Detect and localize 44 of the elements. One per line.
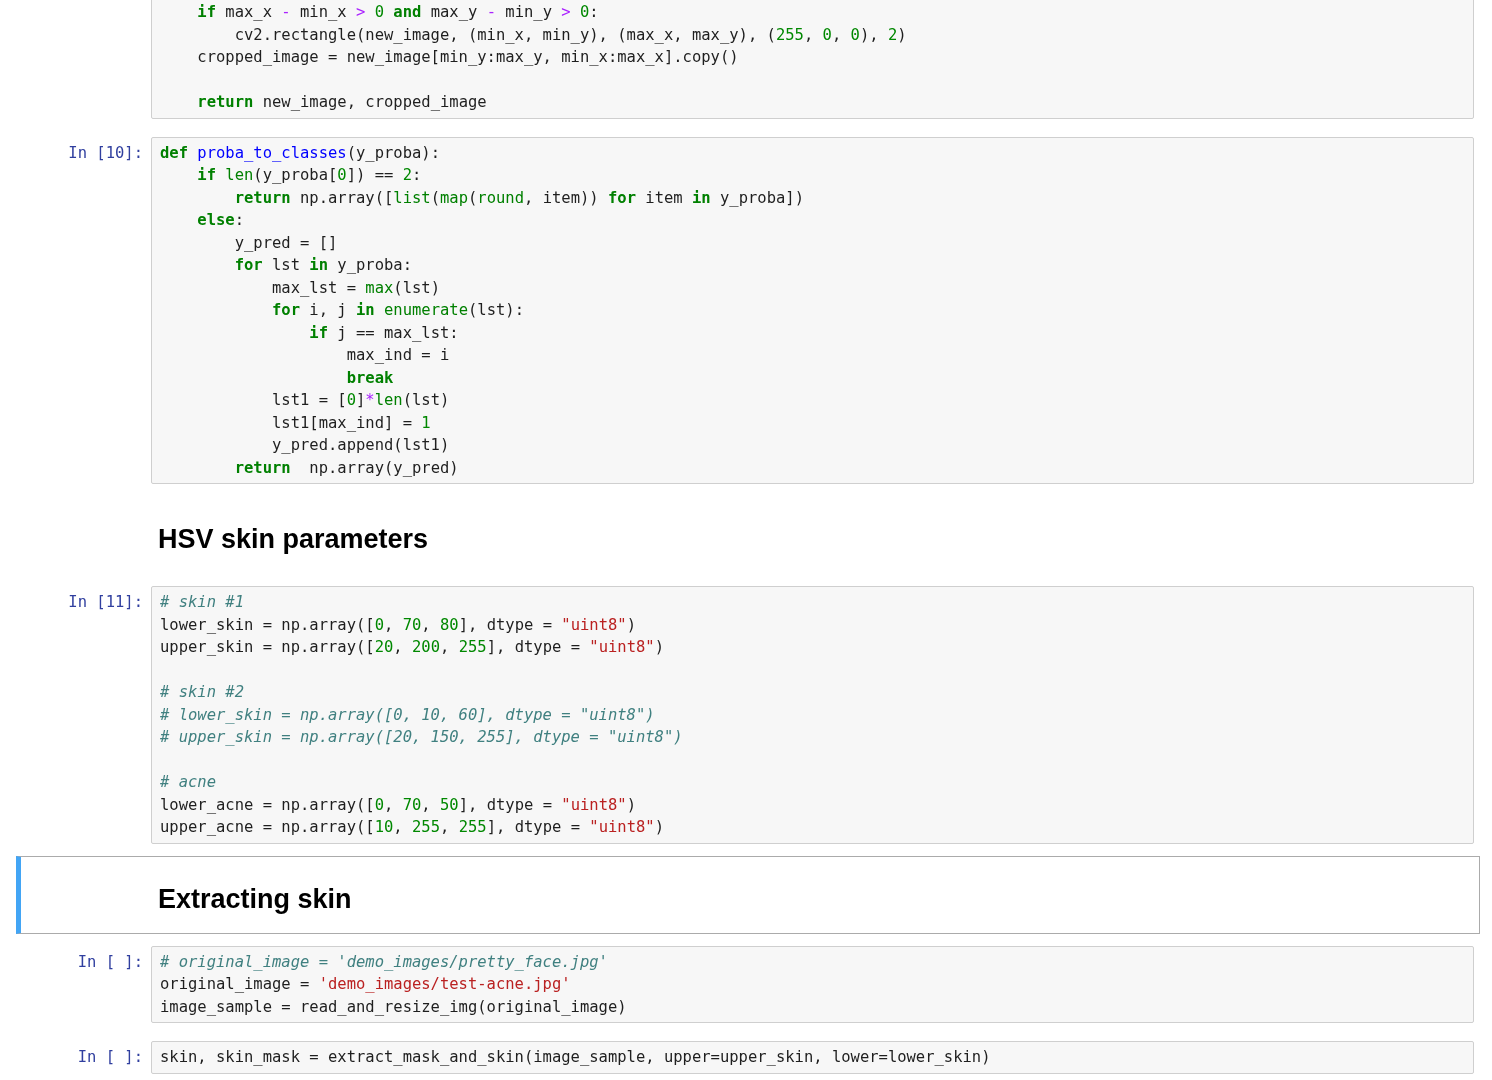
code-line: for i, j in enumerate(lst): bbox=[270, 300, 524, 321]
cell-prompt: In [ ]: bbox=[77, 951, 143, 973]
code-line: y_pred = [] bbox=[233, 232, 338, 254]
code-line: for lst in y_proba: bbox=[233, 255, 412, 276]
code-line: upper_skin = np.array([20, 200, 255], dtype = "uint8") bbox=[160, 637, 664, 658]
code-line: skin, skin_mask = extract_mask_and_skin(image_sample, upper=upper_skin, lower=lower_skin) bbox=[160, 1047, 991, 1068]
code-line: if len(y_proba[0]) == 2: bbox=[196, 165, 422, 186]
code-line: cv2.rectangle(new_image, (min_x, min_y), (max_x, max_y), (255, 0, 0), 2) bbox=[233, 24, 907, 46]
code-input-area[interactable] bbox=[151, 0, 1474, 119]
cell-prompt: In [ ]: bbox=[77, 1047, 143, 1068]
cell-prompt: In [11]: bbox=[68, 592, 143, 613]
code-line: lower_acne = np.array([0, 70, 50], dtype = "uint8") bbox=[160, 794, 636, 816]
code-line: # upper_skin = np.array([20, 150, 255], dtype = "uint8") bbox=[160, 727, 683, 748]
code-line: upper_acne = np.array([10, 255, 255], dtype = "uint8") bbox=[160, 817, 664, 838]
code-input-area[interactable]: skin, skin_mask = extract_mask_and_skin(image_sample, upper=upper_skin, lower=lower_skin) bbox=[151, 1041, 1474, 1074]
code-line: # original_image = 'demo_images/pretty_face.jpg' bbox=[160, 951, 608, 973]
code-line: max_ind = i bbox=[345, 345, 450, 366]
code-line: else: bbox=[196, 210, 244, 231]
code-line: lower_skin = np.array([0, 70, 80], dtype = "uint8") bbox=[160, 614, 636, 636]
code-line: max_lst = max(lst) bbox=[270, 277, 440, 299]
code-line: # skin #2 bbox=[160, 682, 244, 703]
code-line: break bbox=[345, 367, 394, 389]
code-line: lst1[max_ind] = 1 bbox=[270, 412, 431, 434]
code-input-area[interactable] bbox=[151, 136, 1474, 484]
code-line: cropped_image = new_image[min_y:max_y, min_x:max_x].copy() bbox=[196, 47, 739, 68]
code-line: lst1 = [0]*len(lst) bbox=[270, 390, 450, 411]
code-input-area[interactable] bbox=[151, 586, 1474, 844]
code-line: # lower_skin = np.array([0, 10, 60], dtype = "uint8") bbox=[160, 704, 655, 726]
code-line: original_image = 'demo_images/test-acne.jpg' bbox=[160, 974, 571, 995]
code-line: if j == max_lst: bbox=[308, 322, 459, 344]
code-line: y_pred.append(lst1) bbox=[270, 435, 450, 456]
code-input-area[interactable]: # original_image = 'demo_images/pretty_face.jpg' original_image = 'demo_images/test-acne.jpg' image_sample = read_and_resize_img(original_image) bbox=[151, 945, 1474, 1023]
code-line: return np.array(y_pred) bbox=[233, 457, 459, 479]
code-line: def proba_to_classes(y_proba): bbox=[160, 142, 440, 164]
code-line: image_sample = read_and_resize_img(original_image) bbox=[160, 996, 627, 1018]
code-line: # acne bbox=[160, 772, 216, 793]
code-line: # skin #1 bbox=[160, 592, 244, 613]
code-line: return new_image, cropped_image bbox=[196, 92, 487, 113]
markdown-cell[interactable]: Extracting skin bbox=[16, 855, 1480, 934]
section-heading: Extracting skin bbox=[158, 882, 352, 916]
cell-prompt: In [10]: bbox=[68, 142, 143, 164]
code-line: return np.array([list(map(round, item)) for item in y_proba]) bbox=[233, 187, 804, 209]
section-heading: HSV skin parameters bbox=[158, 523, 429, 556]
code-line: if max_x - min_x > 0 and max_y - min_y > 0: bbox=[196, 2, 599, 23]
